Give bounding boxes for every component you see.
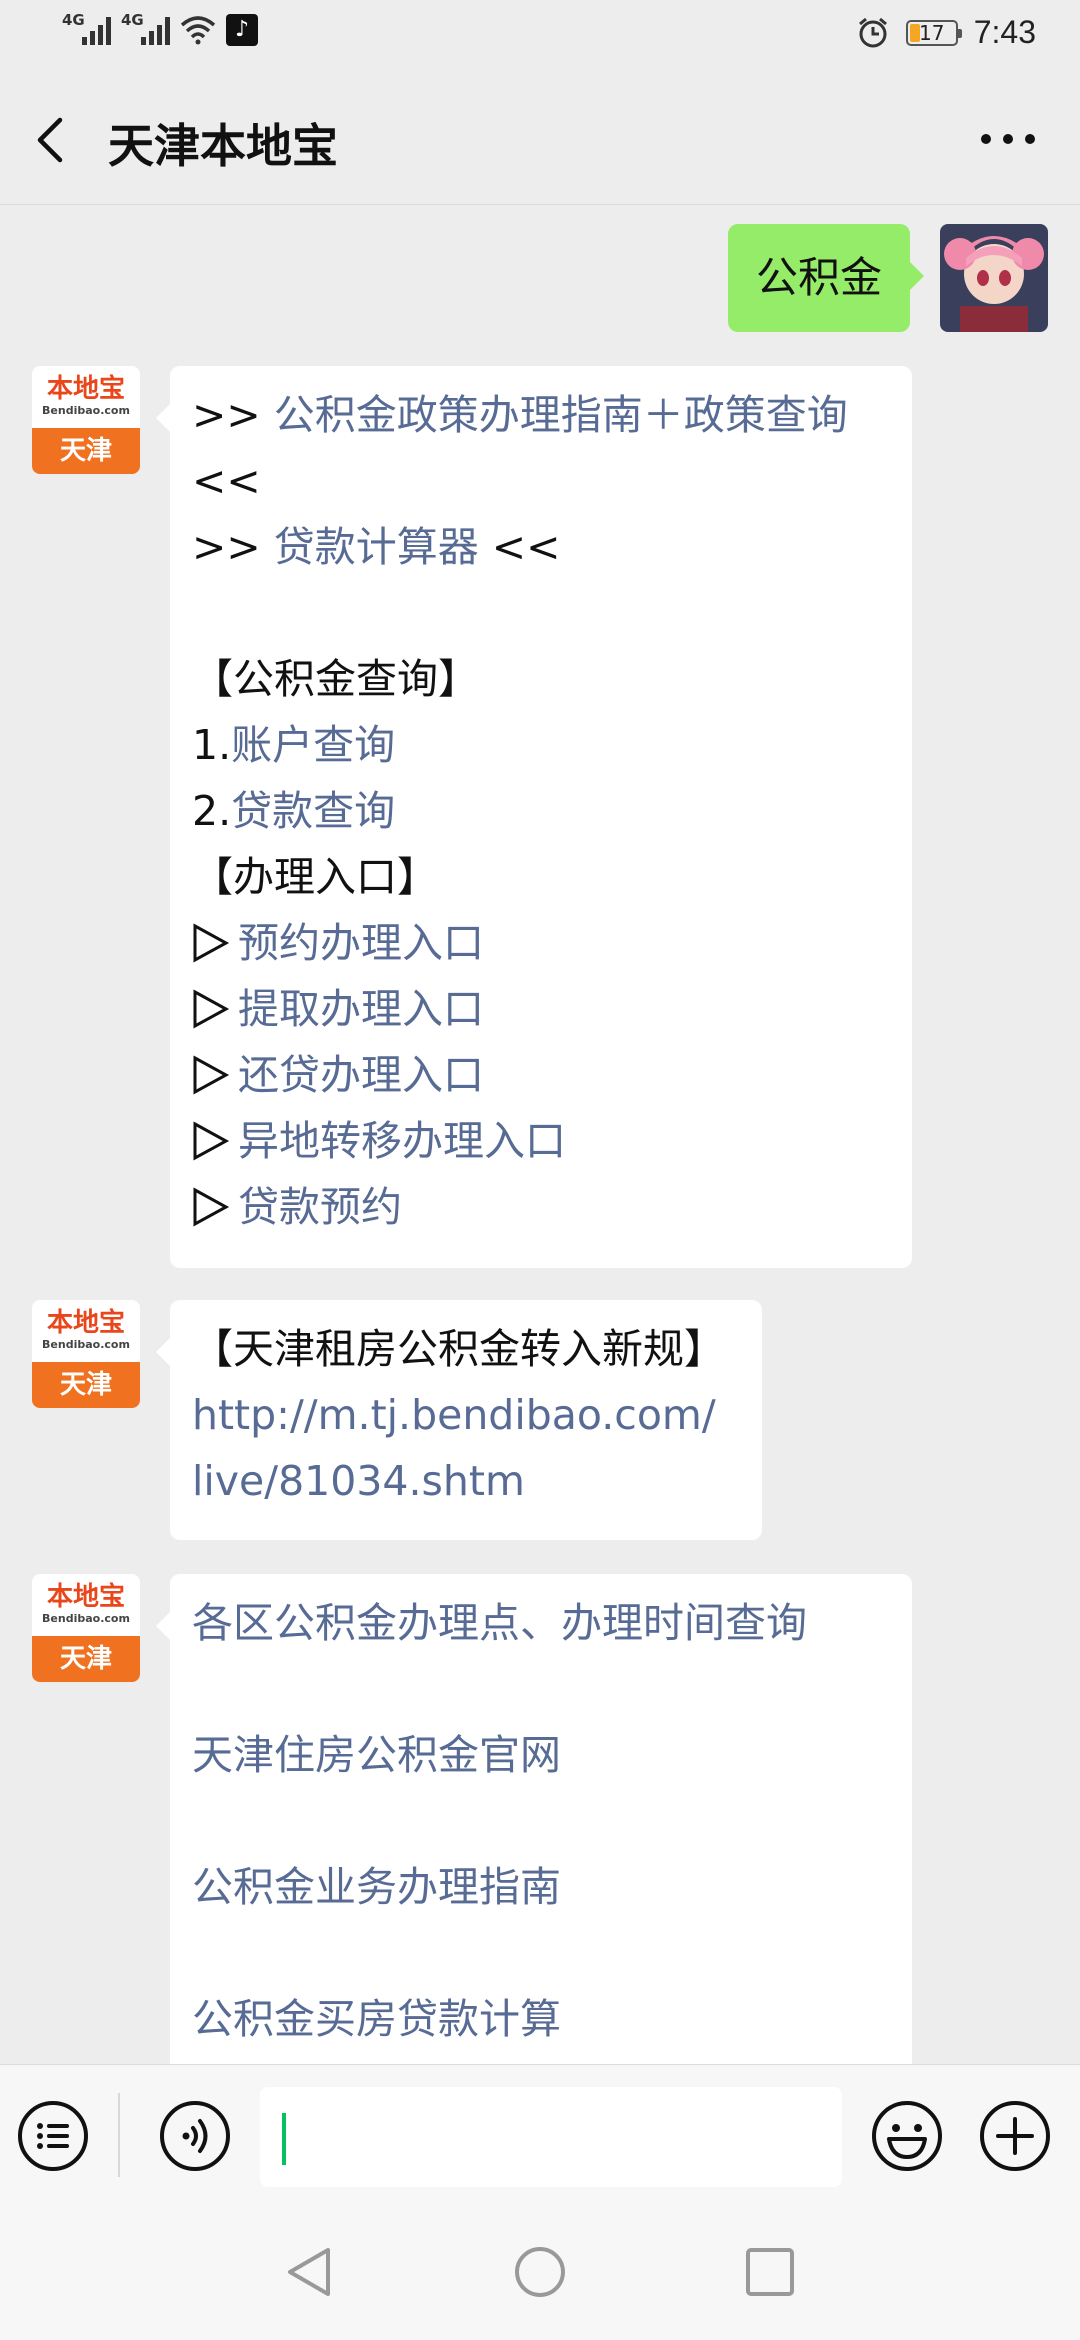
withdrawal-entry-link[interactable]: 提取办理入口 xyxy=(238,985,484,1033)
status-bar: 4G 4G ♪ 17 7:43 xyxy=(0,0,1080,72)
business-guide-link[interactable]: 公积金业务办理指南 xyxy=(192,1854,886,1920)
triangle-bullet-icon xyxy=(193,1187,230,1227)
nav-home-icon[interactable] xyxy=(512,2244,568,2300)
wifi-icon xyxy=(180,16,216,45)
bendibao-avatar[interactable]: 本地宝 Bendibao.com 天津 xyxy=(32,366,140,474)
news-heading: 【天津租房公积金转入新规】 xyxy=(192,1325,725,1373)
alarm-icon xyxy=(858,17,887,47)
back-arrow-icon[interactable] xyxy=(28,116,76,164)
repayment-entry-link[interactable]: 还贷办理入口 xyxy=(238,1051,484,1099)
bendibao-avatar[interactable]: 本地宝 Bendibao.com 天津 xyxy=(32,1574,140,1682)
bendibao-avatar[interactable]: 本地宝 Bendibao.com 天津 xyxy=(32,1300,140,1408)
official-site-link[interactable]: 天津住房公积金官网 xyxy=(192,1722,886,1788)
news-url-link[interactable]: http://m.tj.bendibao.com/ xyxy=(192,1382,736,1448)
office-hours-link[interactable]: 各区公积金办理点、办理时间查询 xyxy=(192,1590,886,1656)
nav-back-icon[interactable] xyxy=(282,2244,338,2300)
triangle-bullet-icon xyxy=(193,1121,230,1161)
message-input[interactable] xyxy=(260,2087,842,2187)
add-attachment-icon[interactable] xyxy=(978,2099,1052,2173)
triangle-bullet-icon xyxy=(193,989,230,1029)
bot-message-bubble: 各区公积金办理点、办理时间查询 天津住房公积金官网 公积金业务办理指南 公积金买… xyxy=(156,1574,912,2094)
system-nav-bar xyxy=(0,2204,1080,2340)
nav-recents-icon[interactable] xyxy=(742,2244,798,2300)
appointment-entry-link[interactable]: 预约办理入口 xyxy=(238,919,484,967)
user-message-bubble[interactable]: 公积金 xyxy=(728,224,924,332)
account-query-link[interactable]: 账户查询 xyxy=(231,721,395,769)
news-url-link[interactable]: live/81034.shtm xyxy=(192,1448,736,1514)
divider xyxy=(118,2093,120,2177)
section-heading: 【公积金查询】 xyxy=(192,655,479,703)
emoji-icon[interactable] xyxy=(870,2099,944,2173)
user-avatar[interactable] xyxy=(940,224,1048,332)
loan-appointment-link[interactable]: 贷款预约 xyxy=(238,1183,402,1231)
tiktok-notification-icon: ♪ xyxy=(226,14,258,46)
clock: 7:43 xyxy=(973,14,1036,50)
bot-message-bubble: 【天津租房公积金转入新规】 http://m.tj.bendibao.com/ … xyxy=(156,1300,762,1540)
loan-calculator-link[interactable]: 贷款计算器 xyxy=(274,523,479,571)
loan-calc-link[interactable]: 公积金买房贷款计算 xyxy=(192,1986,886,2052)
more-options-icon[interactable] xyxy=(980,128,1036,150)
triangle-bullet-icon xyxy=(193,923,230,963)
cellular-signal-icon: 4G xyxy=(62,11,111,45)
chat-title: 天津本地宝 xyxy=(108,119,338,173)
loan-query-link[interactable]: 贷款查询 xyxy=(231,787,395,835)
menu-list-icon[interactable] xyxy=(16,2099,90,2173)
transfer-entry-link[interactable]: 异地转移办理入口 xyxy=(238,1117,566,1165)
cellular-signal-icon: 4G xyxy=(121,11,170,45)
chat-input-bar xyxy=(0,2064,1080,2205)
policy-guide-link[interactable]: 公积金政策办理指南＋政策查询 xyxy=(274,391,848,439)
bot-message-bubble: >> 公积金政策办理指南＋政策查询 << >> 贷款计算器 << 【公积金查询】… xyxy=(156,366,912,1268)
section-heading: 【办理入口】 xyxy=(192,853,438,901)
triangle-bullet-icon xyxy=(193,1055,230,1095)
text-cursor xyxy=(282,2113,286,2165)
voice-input-icon[interactable] xyxy=(158,2099,232,2173)
battery-icon: 17 xyxy=(905,19,962,46)
battery-level: 17 xyxy=(918,20,945,45)
chat-header: 天津本地宝 xyxy=(0,72,1080,205)
